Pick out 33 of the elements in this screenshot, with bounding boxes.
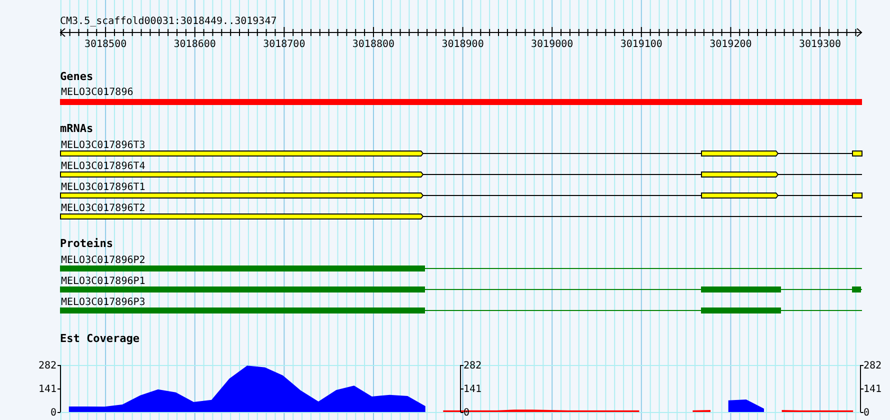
track-title: Est Coverage (60, 332, 140, 345)
axis-label: 0 (50, 408, 56, 418)
feature-label: MELO3C017896 (61, 87, 134, 98)
track-title: Genes (60, 70, 94, 83)
tick-label: 3019000 (531, 39, 574, 50)
tick-label: 3019100 (620, 39, 662, 50)
tick-label: 3018500 (84, 39, 127, 50)
tick-label: 3018700 (263, 39, 306, 50)
axis-label: 0 (864, 408, 870, 418)
axis-label: 141 (464, 384, 482, 395)
feature-label: MELO3C017896P1 (61, 276, 146, 287)
axis-label: 282 (38, 360, 56, 372)
tick-label: 3019300 (798, 39, 842, 50)
feature-label: MELO3C017896P2 (61, 255, 146, 266)
track-title: Proteins (60, 237, 113, 250)
y-axis (460, 364, 464, 413)
y-axis (860, 364, 864, 413)
feature-label: MELO3C017896T2 (61, 203, 146, 214)
feature-label: MELO3C017896T4 (61, 161, 146, 172)
axis-label: 282 (864, 360, 882, 372)
tick-label: 3018800 (352, 39, 395, 50)
axis-label: 141 (38, 384, 56, 395)
tick-label: 3018900 (442, 39, 484, 50)
region-label: CM3.5_scaffold00031:3018449..3019347 (60, 16, 277, 27)
feature-label: MELO3C017896T1 (61, 182, 146, 193)
tick-label: 3019200 (710, 39, 752, 50)
feature-label: MELO3C017896P3 (61, 297, 146, 308)
feature-label: MELO3C017896T3 (61, 140, 146, 151)
y-axis (57, 364, 61, 413)
axis-label: 141 (864, 384, 882, 395)
axis-label: 282 (464, 360, 482, 372)
tick-label: 3018600 (174, 39, 216, 50)
track-title: mRNAs (60, 122, 94, 135)
